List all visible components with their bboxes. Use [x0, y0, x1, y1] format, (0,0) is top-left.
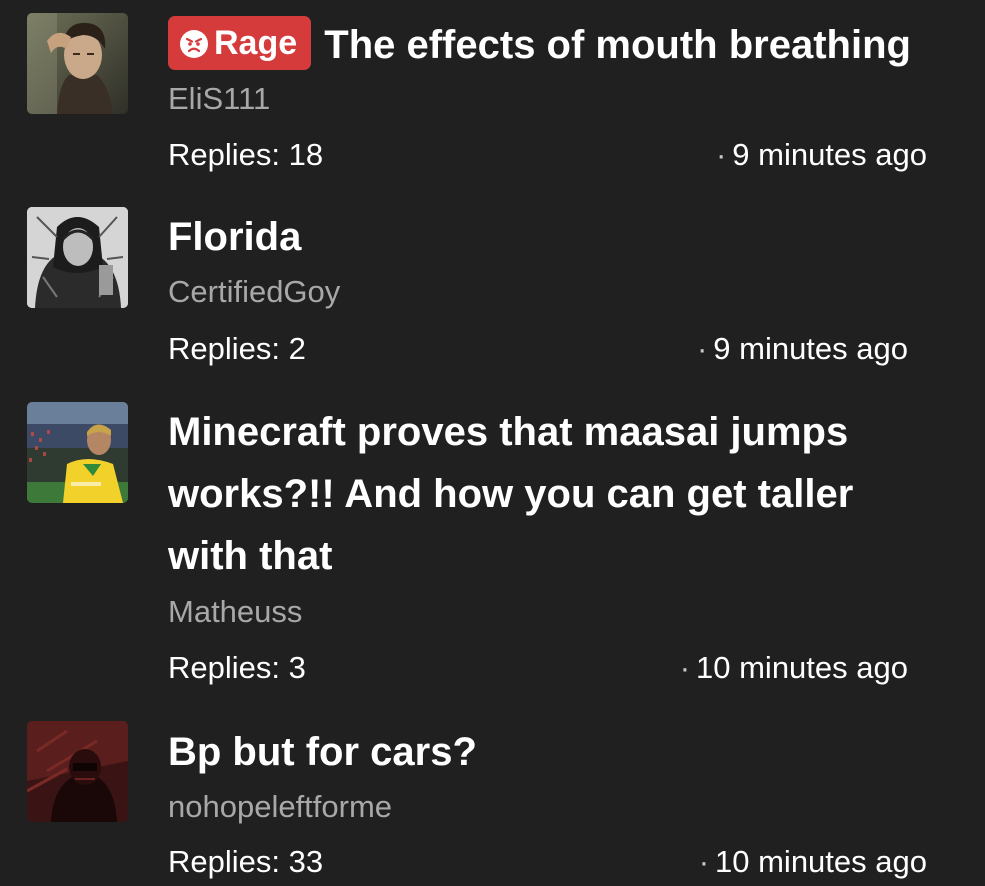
thread-author[interactable]: nohopeleftforme: [168, 789, 392, 825]
reply-count: Replies: 33: [168, 844, 324, 879]
timestamp: · 10 minutes ago: [699, 844, 927, 880]
time-ago: 10 minutes ago: [715, 844, 927, 879]
thread-title[interactable]: Bp but for cars?: [168, 721, 477, 783]
thread-item[interactable]: Bp but for cars? nohopeleftforme Replies…: [0, 0, 985, 886]
separator-dot: ·: [698, 844, 710, 879]
avatar-photo: [27, 721, 128, 822]
avatar[interactable]: [27, 721, 128, 822]
